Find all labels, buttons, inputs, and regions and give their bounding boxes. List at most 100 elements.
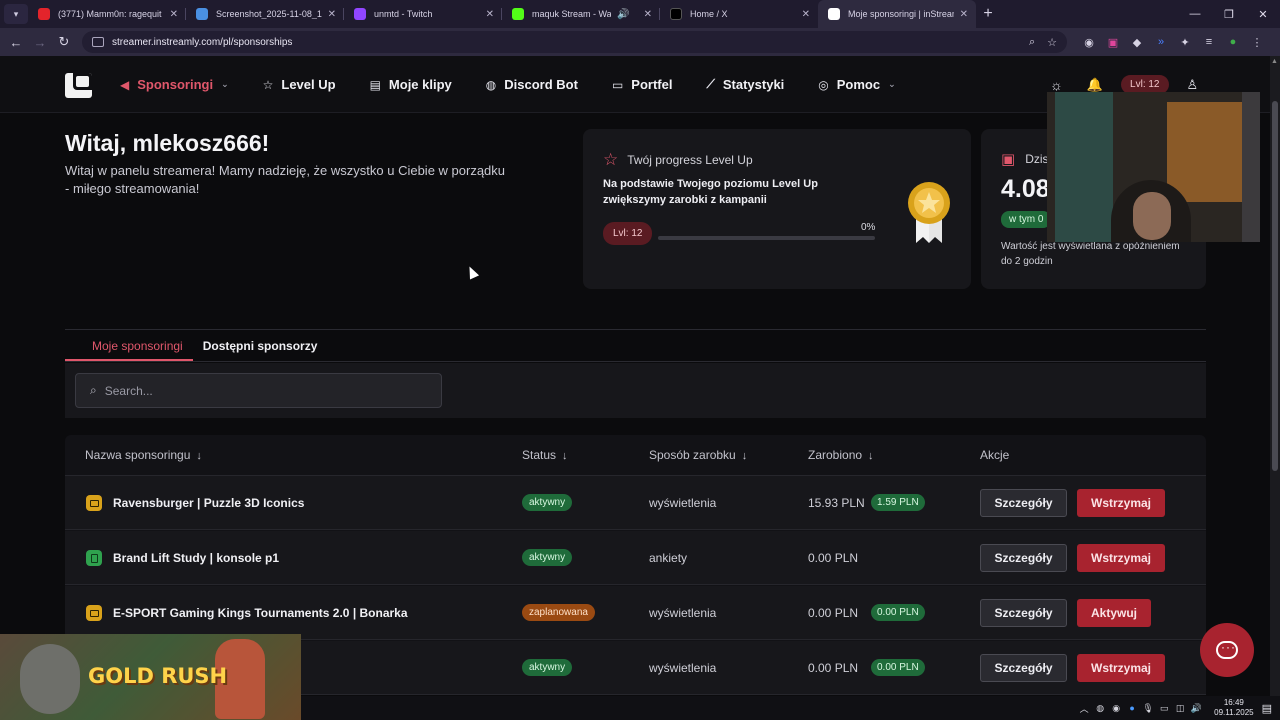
- os-taskbar: ︿ ◍ ◉ ● 🎙 ▭ ◫ 🔊 16:49 09.11.2025 ▤: [301, 696, 1280, 720]
- restore-icon[interactable]: ❐: [1212, 8, 1246, 21]
- tab-moje-sponsoringi[interactable]: Moje sponsoringi: [65, 333, 193, 361]
- earning-method: wyświetlenia: [649, 661, 717, 675]
- clock-date: 09.11.2025: [1214, 708, 1254, 717]
- minimize-icon[interactable]: —: [1178, 8, 1212, 21]
- tray-steam-icon[interactable]: ◉: [1108, 703, 1124, 714]
- browser-tab-x[interactable]: Home / X ✕: [660, 0, 818, 28]
- nav-sponsoringi[interactable]: ◀ Sponsoringi ⌄: [120, 77, 229, 92]
- close-window-icon[interactable]: ✕: [1246, 8, 1280, 21]
- page-scrollbar[interactable]: ▲: [1270, 56, 1280, 696]
- pause-button[interactable]: Wstrzymaj: [1077, 489, 1166, 517]
- youtube-icon: [38, 8, 50, 20]
- details-button[interactable]: Szczegóły: [980, 654, 1067, 682]
- tray-app-icon[interactable]: ●: [1124, 703, 1140, 713]
- reading-list-icon[interactable]: ≡: [1197, 36, 1221, 48]
- globe-icon: [196, 8, 208, 20]
- profile-avatar-icon[interactable]: ●: [1221, 36, 1245, 48]
- tray-display-icon[interactable]: ▭: [1156, 703, 1172, 714]
- tray-microphone-icon[interactable]: 🎙: [1140, 703, 1156, 714]
- forward-icon[interactable]: →: [28, 35, 52, 50]
- details-button[interactable]: Szczegóły: [980, 599, 1067, 627]
- scrollbar-thumb[interactable]: [1272, 101, 1278, 471]
- speaker-icon[interactable]: 🔊: [617, 9, 629, 20]
- browser-menu-icon[interactable]: ⋮: [1245, 36, 1269, 49]
- nav-label: Pomoc: [836, 77, 881, 92]
- new-tab-button[interactable]: +: [976, 5, 1000, 23]
- nav-level-up[interactable]: ☆ Level Up: [263, 77, 336, 92]
- webcam-face: [1133, 192, 1171, 240]
- theme-toggle-sun-icon[interactable]: ☼: [1050, 77, 1063, 93]
- address-bar[interactable]: streamer.instreamly.com/pl/sponsorships …: [82, 31, 1067, 53]
- tray-discord-icon[interactable]: ◍: [1092, 703, 1108, 714]
- activate-button[interactable]: Aktywuj: [1077, 599, 1152, 627]
- column-label: Zarobiono: [808, 448, 863, 462]
- bookmark-star-icon[interactable]: ☆: [1047, 36, 1057, 49]
- extension-diamond-icon[interactable]: ◆: [1125, 36, 1149, 49]
- column-header-name[interactable]: Nazwa sponsoringu ↓: [85, 448, 202, 462]
- nav-statystyki[interactable]: ⟋ Statystyki: [706, 77, 784, 92]
- nav-pomoc[interactable]: ◎ Pomoc ⌄: [818, 77, 895, 92]
- details-button[interactable]: Szczegóły: [980, 489, 1067, 517]
- webcam-overlay: [1047, 92, 1260, 242]
- earned-amount: 0.00 PLN: [808, 606, 859, 620]
- browser-tab-kick[interactable]: maquk Stream - Watch Live 🔊 ✕: [502, 0, 660, 28]
- wallet-icon: ▣: [1001, 151, 1016, 168]
- sponsorship-name[interactable]: Brand Lift Study | konsole p1: [113, 551, 279, 565]
- browser-tab-instreamly[interactable]: Moje sponsoringi | inStreamly ✕: [818, 0, 976, 28]
- extension-shield-icon[interactable]: ▣: [1101, 36, 1125, 49]
- browser-tab-youtube[interactable]: (3771) Mamm0n: ragequit na t ✕: [28, 0, 186, 28]
- close-tab-icon[interactable]: ✕: [328, 9, 336, 20]
- search-input[interactable]: [104, 383, 425, 398]
- x-logo-icon: [670, 8, 682, 20]
- webcam-curtain: [1055, 92, 1113, 242]
- reload-icon[interactable]: ↻: [52, 34, 76, 50]
- taskbar-clock[interactable]: 16:49 09.11.2025: [1214, 698, 1253, 718]
- tab-search-button[interactable]: ▾: [4, 4, 28, 24]
- close-tab-icon[interactable]: ✕: [802, 9, 810, 20]
- column-label: Nazwa sponsoringu: [85, 448, 191, 462]
- close-tab-icon[interactable]: ✕: [960, 9, 968, 20]
- tray-chevron-up-icon[interactable]: ︿: [1076, 702, 1092, 715]
- column-header-method[interactable]: Sposób zarobku ↓: [649, 448, 747, 462]
- instreamly-logo[interactable]: [65, 73, 92, 98]
- tab-dostepni-sponsorzy[interactable]: Dostępni sponsorzy: [193, 333, 318, 361]
- close-tab-icon[interactable]: ✕: [644, 9, 652, 20]
- sort-arrow-icon: ↓: [196, 450, 202, 462]
- site-info-icon[interactable]: [92, 37, 104, 47]
- user-profile-icon[interactable]: ♙: [1187, 77, 1199, 93]
- level-up-description: Na podstawie Twojego poziomu Level Up zw…: [603, 178, 818, 206]
- nav-portfel[interactable]: ▭ Portfel: [612, 77, 673, 92]
- browser-tab-twitch[interactable]: unmtd - Twitch ✕: [344, 0, 502, 28]
- pause-button[interactable]: Wstrzymaj: [1077, 654, 1166, 682]
- column-header-status[interactable]: Status ↓: [522, 448, 568, 462]
- mouse-cursor: [464, 264, 480, 280]
- scroll-up-icon[interactable]: ▲: [1271, 58, 1278, 65]
- nav-moje-klipy[interactable]: ▤ Moje klipy: [370, 77, 452, 92]
- url-text: streamer.instreamly.com/pl/sponsorships: [112, 36, 293, 48]
- extension-translate-icon[interactable]: »: [1149, 36, 1173, 48]
- status-badge: aktywny: [522, 549, 573, 566]
- details-button[interactable]: Szczegóły: [980, 544, 1067, 572]
- browser-tab-screenshot[interactable]: Screenshot_2025-11-08_12292 ✕: [186, 0, 344, 28]
- tray-network-icon[interactable]: ◫: [1172, 703, 1188, 714]
- sponsorship-name[interactable]: Ravensburger | Puzzle 3D Iconics: [113, 496, 304, 510]
- support-chat-button[interactable]: [1200, 623, 1254, 677]
- extension-gamepad-icon[interactable]: ◉: [1077, 36, 1101, 49]
- notification-center-icon[interactable]: ▤: [1262, 702, 1272, 715]
- column-header-earned[interactable]: Zarobiono ↓: [808, 448, 874, 462]
- nav-discord-bot[interactable]: ◍ Discord Bot: [486, 77, 578, 92]
- zoom-icon[interactable]: ⌕: [1029, 36, 1035, 49]
- pause-button[interactable]: Wstrzymaj: [1077, 544, 1166, 572]
- close-tab-icon[interactable]: ✕: [170, 9, 178, 20]
- search-field[interactable]: ⌕: [75, 373, 442, 408]
- tab-title: unmtd - Twitch: [374, 9, 433, 19]
- level-up-card-header: ☆ Twój progress Level Up: [603, 150, 753, 170]
- column-header-actions: Akcje: [980, 448, 1009, 462]
- close-tab-icon[interactable]: ✕: [486, 9, 494, 20]
- sponsorship-name[interactable]: E-SPORT Gaming Kings Tournaments 2.0 | B…: [113, 606, 408, 620]
- tray-volume-icon[interactable]: 🔊: [1188, 703, 1204, 714]
- back-icon[interactable]: ←: [4, 35, 28, 50]
- extensions-puzzle-icon[interactable]: ✦: [1173, 36, 1197, 49]
- notifications-bell-icon[interactable]: 🔔: [1087, 77, 1103, 93]
- earnings-card-header: ▣ Dzis: [1001, 150, 1049, 168]
